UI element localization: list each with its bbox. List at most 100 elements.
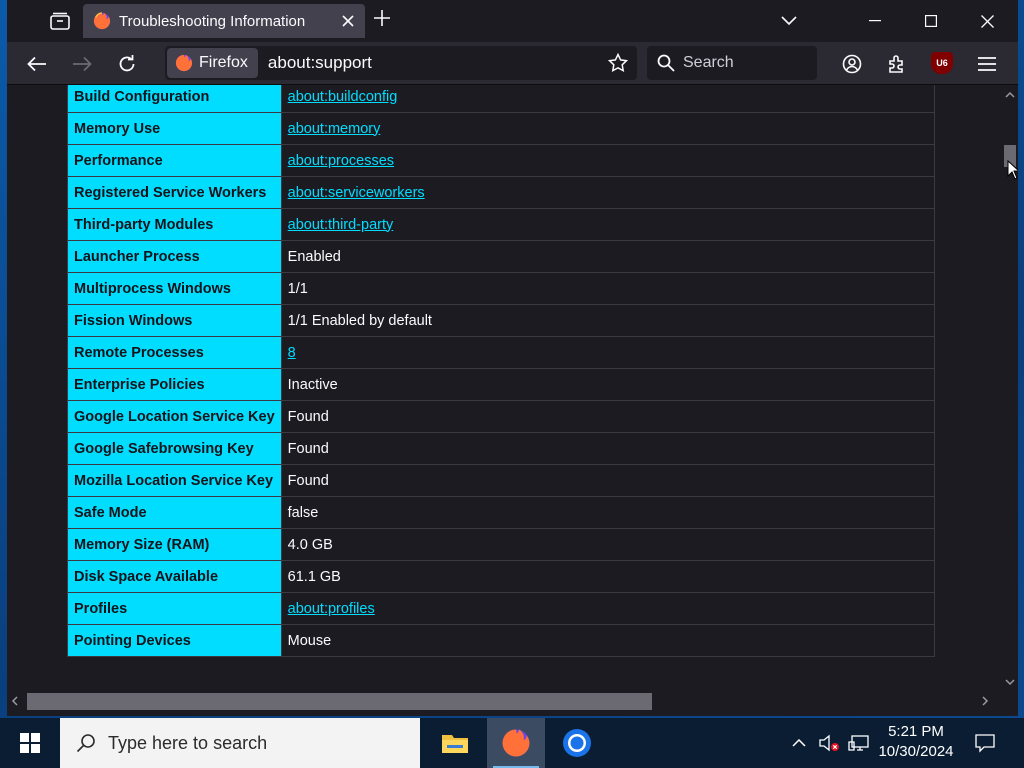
chrome-icon[interactable] bbox=[548, 718, 606, 768]
row-key: Disk Space Available bbox=[67, 560, 282, 593]
table-row: Memory Size (RAM) 4.0 GB bbox=[67, 528, 936, 561]
windows-start-icon[interactable] bbox=[0, 718, 60, 768]
row-value: about:third-party bbox=[280, 208, 936, 241]
row-value: about:serviceworkers bbox=[280, 176, 936, 209]
row-value-link[interactable]: about:third-party bbox=[288, 217, 394, 233]
row-value: 8 bbox=[280, 336, 936, 369]
taskbar-search-placeholder: Type here to search bbox=[108, 732, 268, 753]
row-key: Profiles bbox=[67, 592, 282, 625]
horizontal-scrollbar[interactable] bbox=[7, 689, 1002, 711]
search-icon bbox=[657, 54, 675, 72]
row-key: Pointing Devices bbox=[67, 624, 282, 657]
search-input[interactable] bbox=[683, 54, 803, 72]
maximize-icon[interactable] bbox=[911, 6, 951, 36]
table-row: Google Location Service Key Found bbox=[67, 400, 936, 433]
identity-label: Firefox bbox=[199, 54, 248, 71]
row-value: about:processes bbox=[280, 144, 936, 177]
close-tab-icon[interactable] bbox=[337, 10, 359, 32]
row-key: Third-party Modules bbox=[67, 208, 282, 241]
scroll-left-icon[interactable] bbox=[11, 695, 18, 709]
extensions-icon[interactable] bbox=[883, 50, 911, 78]
row-value: false bbox=[280, 496, 936, 529]
row-value: Found bbox=[280, 464, 936, 497]
scroll-up-icon[interactable] bbox=[1005, 87, 1015, 101]
row-key: Registered Service Workers bbox=[67, 176, 282, 209]
notifications-icon[interactable] bbox=[970, 718, 1000, 768]
firefox-view-icon[interactable] bbox=[47, 9, 73, 33]
url-text[interactable]: about:support bbox=[268, 53, 603, 73]
show-hidden-icons-chevron-icon[interactable] bbox=[788, 718, 810, 768]
scroll-right-icon[interactable] bbox=[982, 695, 989, 709]
row-key: Fission Windows bbox=[67, 304, 282, 337]
firefox-logo-icon bbox=[175, 54, 193, 72]
close-window-icon[interactable] bbox=[967, 6, 1007, 36]
identity-box[interactable]: Firefox bbox=[167, 48, 258, 78]
hamburger-menu-icon[interactable] bbox=[973, 50, 1001, 78]
row-key: Memory Use bbox=[67, 112, 282, 145]
row-value-link[interactable]: about:buildconfig bbox=[288, 89, 398, 105]
search-bar[interactable] bbox=[647, 46, 817, 80]
table-row: Memory Use about:memory bbox=[67, 112, 936, 145]
firefox-taskbar-icon[interactable] bbox=[487, 718, 545, 768]
row-value: 1/1 Enabled by default bbox=[280, 304, 936, 337]
bookmark-star-icon[interactable] bbox=[603, 48, 633, 78]
search-icon bbox=[76, 734, 95, 753]
volume-muted-icon[interactable] bbox=[816, 718, 842, 768]
row-value: Found bbox=[280, 432, 936, 465]
row-key: Multiprocess Windows bbox=[67, 272, 282, 305]
tab-troubleshooting[interactable]: Troubleshooting Information bbox=[83, 4, 365, 38]
row-key: Launcher Process bbox=[67, 240, 282, 273]
row-key: Build Configuration bbox=[67, 85, 282, 113]
ublock-origin-icon[interactable]: U6 bbox=[931, 52, 953, 74]
navigation-toolbar: Firefox about:support U6 bbox=[7, 42, 1018, 85]
table-row: Pointing Devices Mouse bbox=[67, 624, 936, 657]
row-value: 61.1 GB bbox=[280, 560, 936, 593]
scroll-down-icon[interactable] bbox=[1005, 675, 1015, 689]
table-row: Launcher Process Enabled bbox=[67, 240, 936, 273]
table-row: Build Configuration about:buildconfig bbox=[67, 85, 936, 113]
row-key: Google Location Service Key bbox=[67, 400, 282, 433]
back-arrow-icon[interactable] bbox=[23, 50, 51, 78]
row-key: Performance bbox=[67, 144, 282, 177]
firefox-window: Troubleshooting Information Firefox abou… bbox=[7, 0, 1018, 716]
table-row: Remote Processes 8 bbox=[67, 336, 936, 369]
table-row: Fission Windows 1/1 Enabled by default bbox=[67, 304, 936, 337]
table-row: Disk Space Available 61.1 GB bbox=[67, 560, 936, 593]
reload-icon[interactable] bbox=[113, 50, 141, 78]
firefox-logo-icon bbox=[93, 12, 111, 30]
list-all-tabs-icon[interactable] bbox=[777, 9, 801, 33]
table-row: Third-party Modules about:third-party bbox=[67, 208, 936, 241]
system-clock[interactable]: 5:21 PM 10/30/2024 bbox=[870, 722, 962, 762]
table-row: Profiles about:profiles bbox=[67, 592, 936, 625]
row-key: Enterprise Policies bbox=[67, 368, 282, 401]
row-key: Google Safebrowsing Key bbox=[67, 432, 282, 465]
clock-date: 10/30/2024 bbox=[878, 743, 954, 760]
row-value: 4.0 GB bbox=[280, 528, 936, 561]
url-bar[interactable]: Firefox about:support bbox=[165, 46, 637, 80]
row-value-link[interactable]: about:processes bbox=[288, 153, 394, 169]
row-key: Memory Size (RAM) bbox=[67, 528, 282, 561]
forward-arrow-icon[interactable] bbox=[68, 50, 96, 78]
account-icon[interactable] bbox=[838, 50, 866, 78]
row-value: about:profiles bbox=[280, 592, 936, 625]
taskbar-search-box[interactable]: Type here to search bbox=[60, 718, 420, 768]
network-icon[interactable] bbox=[846, 718, 872, 768]
row-value: Inactive bbox=[280, 368, 936, 401]
row-value: about:memory bbox=[280, 112, 936, 145]
table-row: Registered Service Workers about:servicew… bbox=[67, 176, 936, 209]
horizontal-scroll-thumb[interactable] bbox=[27, 693, 652, 710]
row-key: Safe Mode bbox=[67, 496, 282, 529]
new-tab-icon[interactable] bbox=[369, 9, 395, 33]
row-value: 1/1 bbox=[280, 272, 936, 305]
row-value-link[interactable]: 8 bbox=[288, 345, 296, 361]
mouse-cursor-icon bbox=[1007, 160, 1018, 180]
minimize-icon[interactable] bbox=[855, 6, 895, 36]
clock-time: 5:21 PM bbox=[888, 723, 944, 740]
table-row: Performance about:processes bbox=[67, 144, 936, 177]
file-explorer-icon[interactable] bbox=[426, 718, 484, 768]
row-key: Mozilla Location Service Key bbox=[67, 464, 282, 497]
row-value-link[interactable]: about:serviceworkers bbox=[288, 185, 425, 201]
row-value-link[interactable]: about:profiles bbox=[288, 601, 375, 617]
row-value: Enabled bbox=[280, 240, 936, 273]
row-value-link[interactable]: about:memory bbox=[288, 121, 381, 137]
